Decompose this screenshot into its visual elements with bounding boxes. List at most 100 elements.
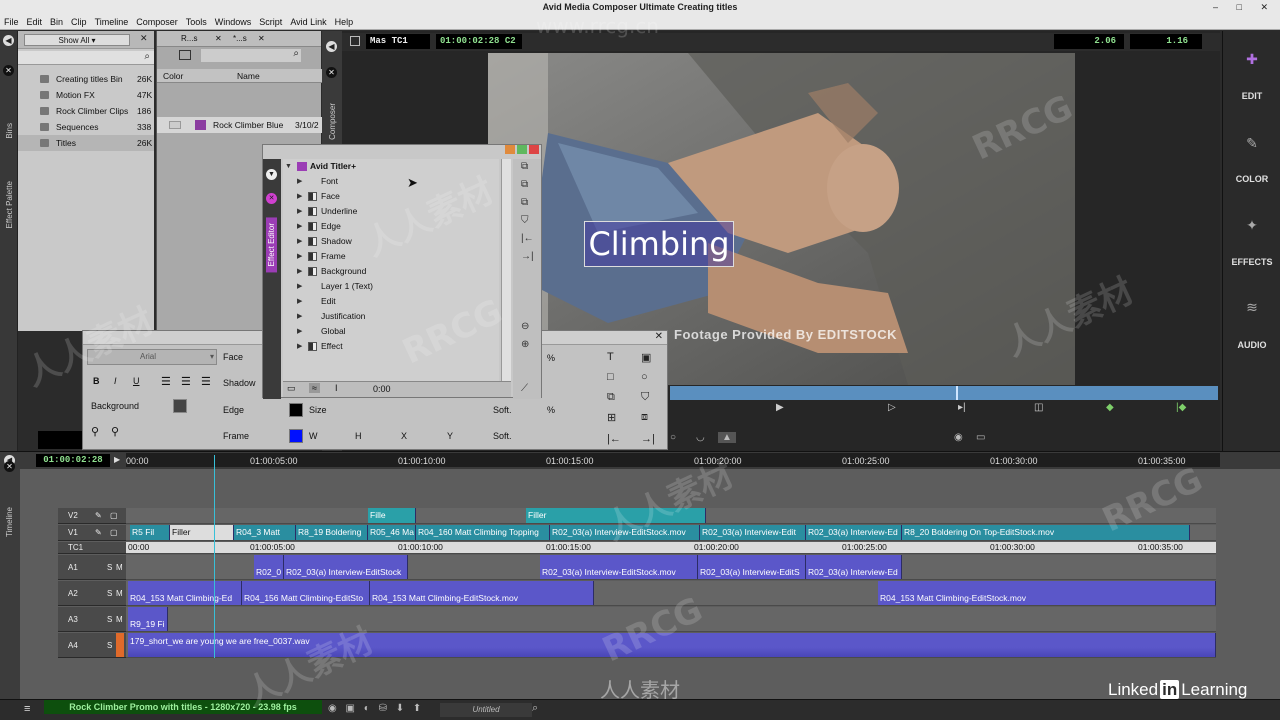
color-icon[interactable]: ✎ <box>1244 135 1260 151</box>
solo-button[interactable]: S <box>107 607 112 632</box>
circle-icon[interactable]: ○ <box>670 432 676 443</box>
menu-bin[interactable]: Bin <box>46 14 67 30</box>
box-tool-icon[interactable]: ▣ <box>641 351 651 364</box>
audio-clip[interactable]: R02_03(a) Interview-Ed <box>806 555 902 579</box>
param-global[interactable]: ▶ Global <box>283 324 499 339</box>
menu-tools[interactable]: Tools <box>182 14 211 30</box>
rectangle-tool-icon[interactable]: □ <box>607 371 614 383</box>
lift-icon[interactable]: ▲ <box>718 432 736 443</box>
play-icon[interactable]: ▶ <box>114 455 120 464</box>
track-header-a4[interactable]: A4SM <box>58 633 126 658</box>
tool-icon[interactable]: ⛁ <box>379 703 387 714</box>
param-layer-1[interactable]: ▶ Layer 1 (Text) <box>283 279 499 294</box>
track-header-v1[interactable]: V1 ✎ ▢ <box>58 525 126 541</box>
title-overlay[interactable]: Climbing <box>584 221 734 267</box>
video-clip[interactable]: R8_19 Boldering <box>296 525 368 540</box>
copy-icon[interactable]: ⧉ <box>521 197 528 208</box>
paint-tool-icon[interactable]: ⛉ <box>641 391 649 404</box>
step-forward-icon[interactable]: ▷ <box>888 402 896 413</box>
tab-bin-2[interactable]: *...s <box>233 34 247 43</box>
workspace-effects[interactable]: EFFECTS <box>1223 257 1280 267</box>
mark-out-icon[interactable]: →| <box>521 251 534 262</box>
menu-avid-link[interactable]: Avid Link <box>286 14 330 30</box>
render-icon[interactable]: ▭ <box>976 432 985 443</box>
edge-color-swatch[interactable] <box>289 403 303 417</box>
menu-icon[interactable]: ≡ <box>24 703 30 715</box>
align-center-icon[interactable]: ☰ <box>181 375 191 388</box>
mark-out-tool-icon[interactable]: →| <box>641 433 655 445</box>
track-header-a3[interactable]: A3 S M <box>58 607 126 632</box>
close-icon[interactable]: ✕ <box>258 34 265 43</box>
menu-clip[interactable]: Clip <box>67 14 91 30</box>
wave-icon[interactable]: ≈ <box>309 383 320 393</box>
bin-item[interactable]: Sequences 338 <box>18 119 154 135</box>
paste-icon[interactable]: ⧉ <box>521 179 528 190</box>
track-lock-icon[interactable]: ✎ <box>95 508 102 524</box>
paint-icon[interactable]: ⛉ <box>521 215 529 226</box>
render-icon[interactable]: ▭ <box>287 383 296 394</box>
position-indicator[interactable] <box>956 386 958 400</box>
param-edit[interactable]: ▶ Edit <box>283 294 499 309</box>
align-left-icon[interactable]: ☰ <box>161 375 171 388</box>
show-all-dropdown[interactable]: Show All ▾ <box>24 34 130 46</box>
menu-script[interactable]: Script <box>255 14 286 30</box>
param-effect[interactable]: ▶ Effect <box>283 339 499 354</box>
track-selector[interactable]: Mas TC1 <box>366 34 430 49</box>
copy-tool-icon[interactable]: ⧉ <box>607 391 615 404</box>
param-frame[interactable]: ▶ Frame <box>283 249 499 264</box>
track-header-tc1[interactable]: TC1 <box>58 542 126 554</box>
audio-clip[interactable]: R04_153 Matt Climbing-EditStock.mov <box>878 581 1216 605</box>
collapse-icon[interactable]: ◀ <box>326 41 337 52</box>
close-button[interactable]: ✕ <box>1260 2 1276 12</box>
menu-composer[interactable]: Composer <box>132 14 182 30</box>
video-clip[interactable]: R02_03(a) Interview-Ed <box>806 525 902 540</box>
align-tool-icon[interactable]: ⊞ <box>607 411 616 424</box>
search-icon[interactable]: ⌕ <box>532 702 538 715</box>
filler-clip[interactable]: Filler <box>170 525 234 540</box>
menu-windows[interactable]: Windows <box>211 14 256 30</box>
close-icon[interactable] <box>529 145 539 154</box>
track-monitor-icon[interactable]: ▢ <box>110 525 118 541</box>
bin-clip-row[interactable]: Rock Climber Blue 3/10/2 <box>157 117 322 133</box>
track-monitor-icon[interactable]: ▢ <box>110 508 118 524</box>
zoom-out-icon[interactable]: ⊖ <box>521 321 529 332</box>
minimize-icon[interactable] <box>505 145 515 154</box>
tool-icon[interactable]: ⚲ <box>91 425 99 438</box>
timeline-thumb[interactable] <box>38 431 82 449</box>
video-clip[interactable]: R04_160 Matt Climbing Topping <box>416 525 550 540</box>
close-icon[interactable]: ✕ <box>3 65 14 76</box>
play-icon[interactable]: ▶ <box>776 402 784 413</box>
workspace-audio[interactable]: AUDIO <box>1223 340 1280 350</box>
effect-root[interactable]: ▼ Avid Titler+ <box>283 159 499 174</box>
playhead[interactable] <box>214 455 215 658</box>
tool-icon[interactable]: ◐ <box>364 703 370 714</box>
timeline-tab[interactable]: Timeline <box>5 507 14 537</box>
audio-clip[interactable]: R02_03(a) Interview-EditStock <box>284 555 408 579</box>
video-clip[interactable]: R04_3 Matt <box>234 525 296 540</box>
mark-in-icon[interactable]: |← <box>521 233 534 244</box>
track-lock-icon[interactable]: ✎ <box>95 525 102 541</box>
record-icon[interactable]: ◉ <box>954 432 963 443</box>
record-icon[interactable]: ◉ <box>328 703 337 714</box>
arrange-tool-icon[interactable]: ⧈ <box>641 411 648 424</box>
window-controls[interactable]: – □ ✕ <box>1213 0 1276 14</box>
enable-checkbox[interactable] <box>308 192 317 201</box>
up-arrow-icon[interactable]: ⬆ <box>413 703 421 714</box>
bin-item-selected[interactable]: Titles 26K <box>18 135 154 151</box>
enable-checkbox[interactable] <box>308 267 317 276</box>
audio-clip[interactable]: R9_19 Fi <box>128 607 168 631</box>
bin-view-icon[interactable] <box>179 50 191 60</box>
effect-editor-tab[interactable]: Effect Editor <box>266 217 277 273</box>
audio-clip[interactable]: R02_03(a) Interview-EditS <box>698 555 806 579</box>
param-justification[interactable]: ▶ Justification <box>283 309 499 324</box>
untitled-dropdown[interactable]: Untitled <box>440 703 532 717</box>
mute-button[interactable]: M <box>116 581 123 606</box>
menu-edit[interactable]: Edit <box>23 14 47 30</box>
mute-button[interactable]: M <box>116 555 123 580</box>
close-icon[interactable]: ✕ <box>215 34 222 43</box>
filler-clip[interactable]: Filler <box>526 508 706 523</box>
param-font[interactable]: ▶ Font <box>283 174 499 189</box>
video-clip[interactable]: R02_03(a) Interview-Edit <box>700 525 806 540</box>
collapse-icon[interactable]: ▼ <box>266 169 277 180</box>
menu-file[interactable]: File <box>0 14 23 30</box>
